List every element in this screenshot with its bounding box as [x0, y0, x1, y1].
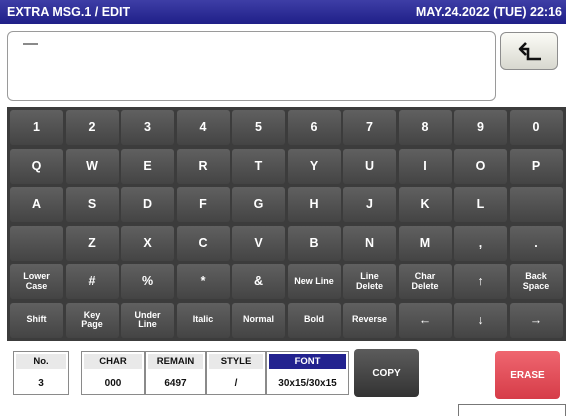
key[interactable]: Bold: [287, 302, 341, 338]
key[interactable]: T: [232, 148, 285, 184]
key[interactable]: J: [343, 187, 396, 222]
remain-label: REMAIN: [148, 354, 203, 369]
key[interactable]: 4: [176, 110, 230, 145]
style-label: STYLE: [209, 354, 263, 369]
key[interactable]: 0: [509, 110, 563, 145]
no-value: 3: [38, 377, 44, 389]
message-text-area[interactable]: [7, 31, 496, 101]
key[interactable]: 7: [343, 110, 396, 145]
no-label: No.: [16, 354, 66, 369]
key[interactable]: %: [121, 264, 174, 299]
key[interactable]: G: [232, 187, 285, 222]
key[interactable]: U: [343, 148, 396, 184]
key[interactable]: *: [176, 264, 230, 299]
key[interactable]: Reverse: [343, 302, 396, 338]
key[interactable]: Normal: [232, 302, 285, 338]
key[interactable]: &: [232, 264, 285, 299]
key[interactable]: Under Line: [121, 302, 174, 338]
key[interactable]: Line Delete: [343, 264, 396, 299]
date-time: MAY.24.2022 (TUE) 22:16: [415, 5, 562, 19]
font-value: 30x15/30x15: [278, 377, 337, 389]
key[interactable]: Lower Case: [10, 264, 63, 299]
key[interactable]: 6: [287, 110, 341, 145]
key[interactable]: [509, 187, 563, 222]
key[interactable]: K: [398, 187, 452, 222]
char-field: CHAR 000: [81, 351, 145, 395]
status-box: [458, 404, 566, 416]
key[interactable]: O: [454, 148, 507, 184]
key[interactable]: Back Space: [509, 264, 563, 299]
key[interactable]: Shift: [10, 302, 63, 338]
key[interactable]: H: [287, 187, 341, 222]
style-value: /: [234, 377, 238, 389]
key[interactable]: X: [121, 225, 174, 261]
key[interactable]: B: [287, 225, 341, 261]
enter-button[interactable]: [500, 32, 558, 70]
key[interactable]: #: [65, 264, 119, 299]
key[interactable]: →: [509, 302, 563, 338]
key[interactable]: New Line: [287, 264, 341, 299]
key[interactable]: 1: [10, 110, 63, 145]
key[interactable]: Y: [287, 148, 341, 184]
title-bar: EXTRA MSG.1 / EDIT MAY.24.2022 (TUE) 22:…: [0, 0, 566, 24]
return-arrow-icon: [518, 42, 541, 61]
key[interactable]: Char Delete: [398, 264, 452, 299]
no-field: No. 3: [13, 351, 69, 395]
key[interactable]: 8: [398, 110, 452, 145]
key[interactable]: ↑: [454, 264, 507, 299]
key[interactable]: V: [232, 225, 285, 261]
text-cursor: [23, 43, 38, 45]
key[interactable]: N: [343, 225, 396, 261]
key[interactable]: ,: [454, 225, 507, 261]
key[interactable]: A: [10, 187, 63, 222]
key[interactable]: I: [398, 148, 452, 184]
on-screen-keyboard: 1 2 3 4 5 6 7 8 9 0 Q W E R T Y U I O P A S D F G H J K L Z X C V B N M,. Lo…: [7, 107, 566, 341]
key[interactable]: Z: [65, 225, 119, 261]
font-label: FONT: [269, 354, 346, 369]
key[interactable]: S: [65, 187, 119, 222]
key[interactable]: E: [121, 148, 174, 184]
key[interactable]: 5: [232, 110, 285, 145]
key[interactable]: ↓: [454, 302, 507, 338]
key[interactable]: C: [176, 225, 230, 261]
key[interactable]: L: [454, 187, 507, 222]
style-field[interactable]: STYLE /: [206, 351, 266, 395]
key[interactable]: P: [509, 148, 563, 184]
screen-title: EXTRA MSG.1 / EDIT: [7, 5, 131, 19]
key[interactable]: R: [176, 148, 230, 184]
key[interactable]: 3: [121, 110, 174, 145]
key[interactable]: F: [176, 187, 230, 222]
char-value: 000: [104, 377, 122, 389]
key[interactable]: Q: [10, 148, 63, 184]
key[interactable]: W: [65, 148, 119, 184]
key[interactable]: [10, 225, 63, 261]
char-label: CHAR: [84, 354, 142, 369]
key[interactable]: D: [121, 187, 174, 222]
key[interactable]: ←: [398, 302, 452, 338]
key[interactable]: 2: [65, 110, 119, 145]
copy-button[interactable]: COPY: [354, 349, 419, 397]
erase-button[interactable]: ERASE: [495, 351, 560, 399]
key[interactable]: Key Page: [65, 302, 119, 338]
remain-field: REMAIN 6497: [145, 351, 206, 395]
key[interactable]: Italic: [176, 302, 230, 338]
remain-value: 6497: [164, 377, 187, 389]
font-field[interactable]: FONT 30x15/30x15: [266, 351, 349, 395]
key[interactable]: M: [398, 225, 452, 261]
key[interactable]: 9: [454, 110, 507, 145]
key[interactable]: .: [509, 225, 563, 261]
